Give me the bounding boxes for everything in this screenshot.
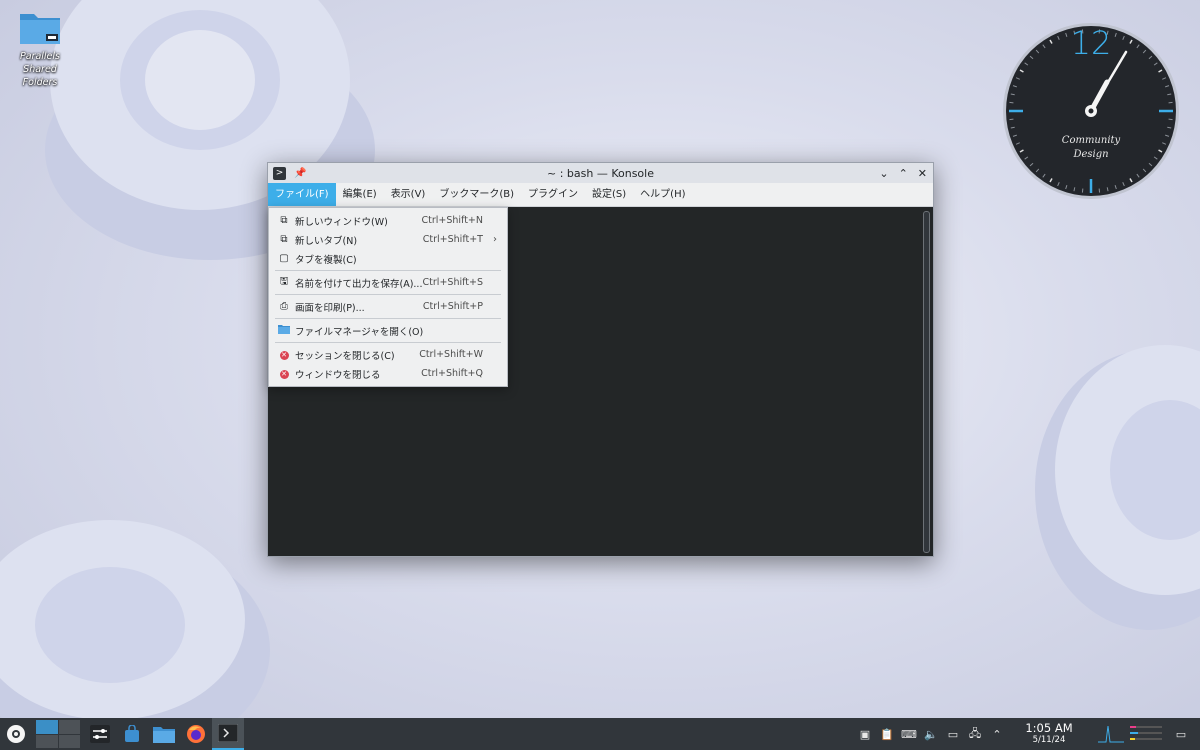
menu-item-shortcut: Ctrl+Shift+T (422, 234, 483, 245)
pin-icon[interactable]: 📌 (294, 168, 306, 179)
battery-icon[interactable]: ▭ (942, 728, 964, 741)
menu-item-print-screen[interactable]: ⎙ 画面を印刷(P)... Ctrl+Shift+P (269, 297, 507, 316)
taskbar-firefox[interactable] (180, 718, 212, 750)
taskbar-system-settings[interactable] (84, 718, 116, 750)
menu-item-new-tab[interactable]: ⧉ 新しいタブ(N) Ctrl+Shift+T › (269, 230, 507, 249)
menu-settings[interactable]: 設定(S) (585, 183, 633, 206)
volume-icon[interactable]: 🔈 (920, 728, 942, 741)
desktop-icon-parallels-shared-folders[interactable]: Parallels Shared Folders (4, 8, 76, 89)
menu-item-label: ファイルマネージャを開く(O) (295, 326, 424, 338)
minimize-button[interactable]: ⌄ (879, 167, 888, 180)
memory-monitor-icon[interactable] (1126, 723, 1166, 746)
terminal-scrollbar[interactable] (923, 211, 930, 553)
konsole-icon (218, 724, 238, 742)
taskbar-konsole[interactable] (212, 718, 244, 750)
pager-desktop-3[interactable] (36, 734, 58, 748)
menu-item-shortcut: Ctrl+Shift+P (422, 301, 483, 312)
taskbar: ▣ 📋 ⌨ 🔈 ▭ 🖧 ⌃ 1:05 AM 5/11/24 ▭ (0, 718, 1200, 750)
chevron-right-icon: › (493, 234, 497, 245)
close-button[interactable]: ✕ (918, 167, 927, 180)
print-icon: ⎙ (280, 301, 288, 312)
taskbar-discover[interactable] (116, 718, 148, 750)
menu-item-close-window[interactable]: ✕ ウィンドウを閉じる Ctrl+Shift+Q (269, 364, 507, 383)
menu-item-shortcut: Ctrl+Shift+N (421, 215, 483, 226)
menu-help[interactable]: ヘルプ(H) (633, 183, 692, 206)
application-launcher-button[interactable] (0, 718, 32, 750)
menu-file[interactable]: ファイル(F) (268, 183, 336, 206)
pager-desktop-2[interactable] (58, 720, 80, 734)
virtual-desktop-pager[interactable] (36, 720, 80, 748)
menu-item-clone-tab[interactable]: ▢ タブを複製(C) (269, 249, 507, 268)
digital-clock[interactable]: 1:05 AM 5/11/24 (1014, 722, 1084, 746)
menu-item-shortcut: Ctrl+Shift+W (419, 349, 483, 360)
close-window-icon: ✕ (279, 370, 289, 379)
folder-icon (153, 727, 175, 743)
new-window-icon: ⧉ (280, 215, 288, 226)
menu-item-label: タブを複製(C) (295, 254, 357, 266)
menu-item-shortcut: Ctrl+Shift+S (422, 277, 483, 288)
clock-text-line2: Design (1073, 149, 1109, 160)
settings-sliders-icon (90, 725, 110, 743)
system-tray: ▣ 📋 ⌨ 🔈 ▭ 🖧 ⌃ 1:05 AM 5/11/24 ▭ (854, 718, 1200, 750)
pager-desktop-1[interactable] (36, 720, 58, 734)
menu-separator (275, 294, 501, 295)
file-menu-dropdown: ⧉ 新しいウィンドウ(W) Ctrl+Shift+N ⧉ 新しいタブ(N) Ct… (268, 207, 508, 387)
firefox-icon (187, 725, 205, 743)
clipboard-icon[interactable]: 📋 (876, 728, 898, 741)
clock-date: 5/11/24 (1032, 735, 1066, 745)
menu-item-save-output[interactable]: 🖫 名前を付けて出力を保存(A)... Ctrl+Shift+S (269, 273, 507, 292)
analog-clock-widget[interactable]: 12 Community Design (1002, 22, 1180, 200)
close-session-icon: ✕ (279, 351, 289, 360)
menu-item-close-session[interactable]: ✕ セッションを閉じる(C) Ctrl+Shift+W (269, 345, 507, 364)
menu-bar: ファイル(F) 編集(E) 表示(V) ブックマーク(B) プラグイン 設定(S… (268, 183, 933, 207)
clock-twelve-label: 12 (1070, 24, 1112, 62)
maximize-button[interactable]: ⌃ (899, 167, 908, 180)
folder-icon (277, 324, 291, 337)
menu-item-open-file-manager[interactable]: ファイルマネージャを開く(O) (269, 321, 507, 340)
cpu-graph-icon[interactable] (1096, 723, 1126, 746)
menu-item-shortcut: Ctrl+Shift+Q (421, 368, 483, 379)
kde-launcher-icon (7, 725, 25, 743)
menu-edit[interactable]: 編集(E) (336, 183, 384, 206)
menu-bookmarks[interactable]: ブックマーク(B) (432, 183, 521, 206)
clock-time: 1:05 AM (1025, 721, 1073, 735)
show-desktop-icon[interactable]: ▭ (1166, 728, 1196, 741)
wallpaper-gear-right (1035, 345, 1200, 630)
network-icon[interactable]: 🖧 (964, 725, 986, 744)
menu-separator (275, 270, 501, 271)
expand-tray-chevron-icon[interactable]: ⌃ (986, 728, 1008, 741)
terminal-tray-icon[interactable]: ▣ (854, 728, 876, 741)
save-icon: 🖫 (279, 276, 289, 287)
keyboard-icon[interactable]: ⌨ (898, 728, 920, 741)
clone-tab-icon: ▢ (279, 253, 289, 264)
shopping-bag-icon (125, 725, 139, 742)
konsole-app-icon[interactable]: > (273, 166, 286, 180)
menu-item-new-window[interactable]: ⧉ 新しいウィンドウ(W) Ctrl+Shift+N (269, 211, 507, 230)
taskbar-dolphin[interactable] (148, 718, 180, 750)
window-titlebar[interactable]: > 📌 ~ : bash — Konsole ⌄ ⌃ ✕ (268, 163, 933, 183)
menu-plugins[interactable]: プラグイン (521, 183, 585, 206)
pager-desktop-4[interactable] (58, 734, 80, 748)
menu-view[interactable]: 表示(V) (384, 183, 433, 206)
clock-text-line1: Community (1061, 135, 1121, 146)
menu-separator (275, 318, 501, 319)
wallpaper-gear-bottom-left (0, 520, 270, 730)
window-title: ~ : bash — Konsole (547, 166, 654, 180)
desktop-icon-label: Parallels Shared Folders (20, 51, 60, 88)
folder-icon (18, 8, 62, 46)
menu-separator (275, 342, 501, 343)
new-tab-icon: ⧉ (280, 234, 288, 245)
